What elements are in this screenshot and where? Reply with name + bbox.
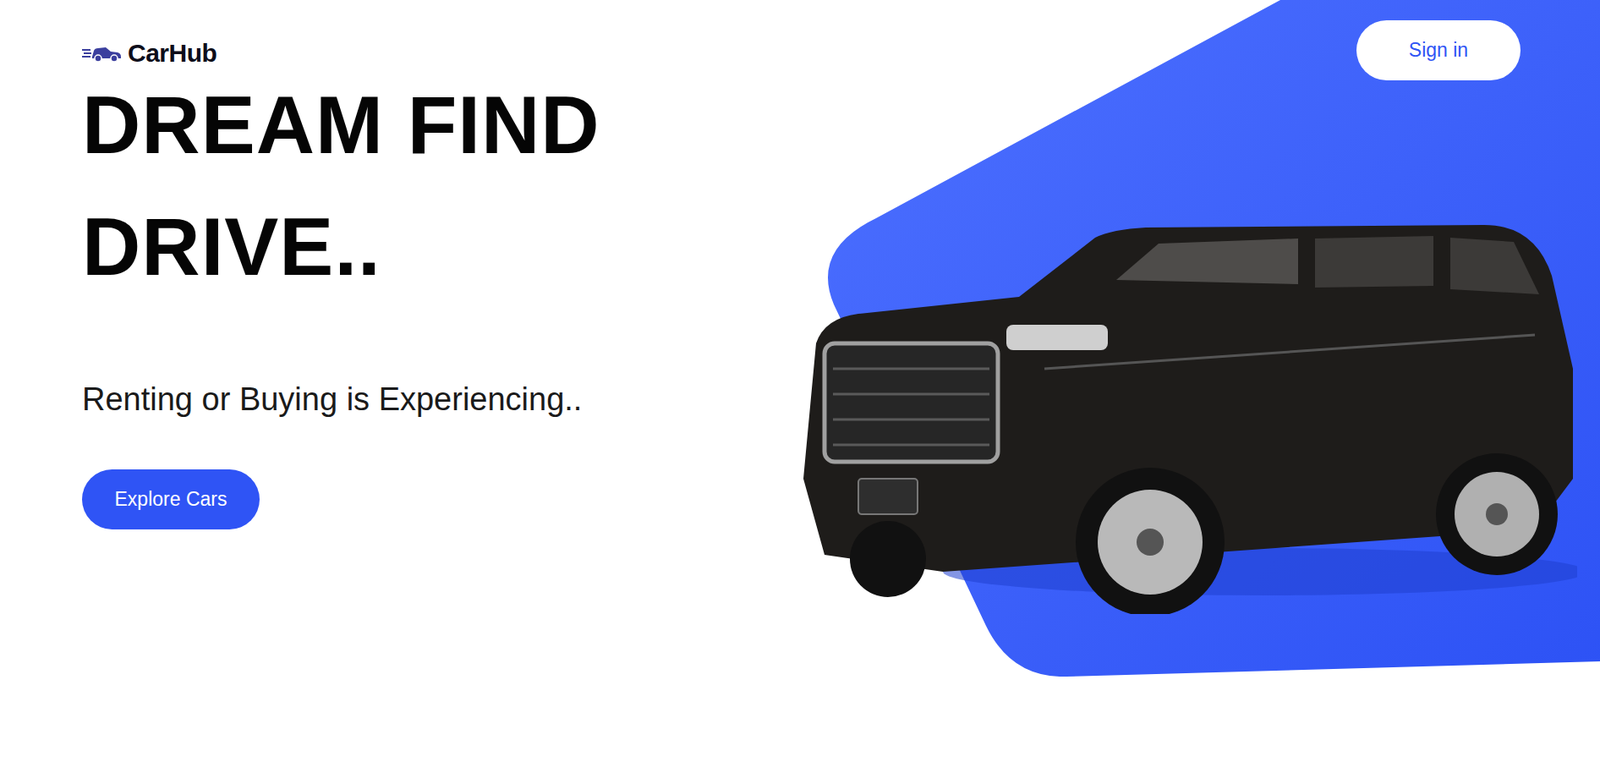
car-icon [82, 43, 121, 63]
hero-text: DREAM FINDDRIVE.. Renting or Buying is E… [0, 64, 791, 614]
suv-car-icon [790, 199, 1578, 614]
brand-name: CarHub [127, 33, 217, 72]
hero-section: CarHub Sign in DREAM FINDDRIVE.. Renting… [0, 0, 1600, 784]
headline-line: DREAM FIND [82, 64, 791, 187]
explore-cars-button[interactable]: Explore Cars [82, 469, 260, 530]
headline: DREAM FINDDRIVE.. [82, 64, 791, 308]
car-picture [790, 64, 1600, 614]
brand-logo[interactable]: CarHub [82, 33, 217, 72]
headline-line: DRIVE.. [82, 186, 791, 308]
sign-in-button[interactable]: Sign in [1356, 20, 1521, 81]
top-bar: CarHub Sign in [0, 0, 1600, 82]
subtitle: Renting or Buying is Experiencing.. [82, 375, 791, 424]
hero-content: DREAM FINDDRIVE.. Renting or Buying is E… [0, 64, 1600, 614]
